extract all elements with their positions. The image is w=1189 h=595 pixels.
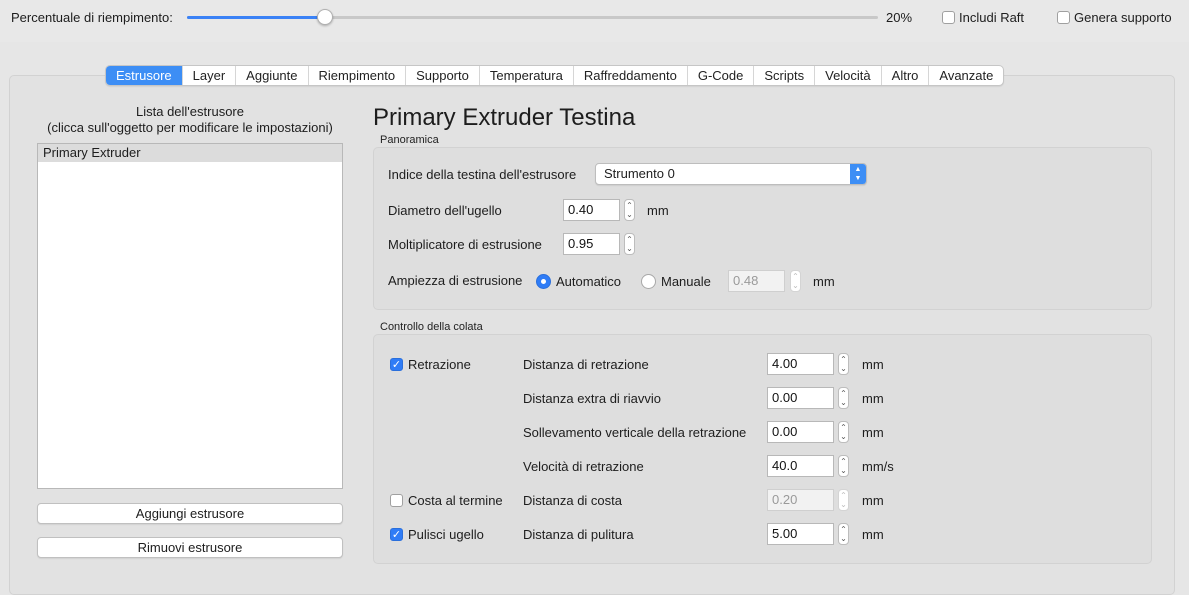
retraction-distance-stepper[interactable]: ⌃ ⌄	[838, 353, 849, 375]
retraction-speed-stepper[interactable]: ⌃ ⌄	[838, 455, 849, 477]
infill-slider-fill	[187, 16, 326, 19]
tab-avanzate[interactable]: Avanzate	[929, 66, 1003, 85]
wipe-nozzle-label: Pulisci ugello	[408, 527, 484, 542]
chevron-up-down-icon: ▲ ▼	[850, 164, 866, 184]
retraction-speed-label: Velocità di retrazione	[523, 459, 644, 474]
tab-temperatura[interactable]: Temperatura	[480, 66, 574, 85]
retraction-checkbox[interactable]	[390, 358, 403, 371]
tab-velocita[interactable]: Velocità	[815, 66, 882, 85]
wipe-distance-input[interactable]: 5.00	[767, 523, 834, 545]
remove-extruder-button[interactable]: Rimuovi estrusore	[37, 537, 343, 558]
nozzle-diameter-unit: mm	[647, 203, 669, 218]
wipe-distance-label: Distanza di pulitura	[523, 527, 634, 542]
nozzle-diameter-stepper[interactable]: ⌃ ⌄	[624, 199, 635, 221]
coast-at-end-label: Costa al termine	[408, 493, 503, 508]
add-extruder-button[interactable]: Aggiungi estrusore	[37, 503, 343, 524]
settings-tabs: Estrusore Layer Aggiunte Riempimento Sup…	[105, 65, 1005, 86]
nozzle-diameter-label: Diametro dell'ugello	[388, 203, 502, 218]
manual-width-label: Manuale	[661, 274, 711, 289]
tab-scripts[interactable]: Scripts	[754, 66, 816, 85]
retraction-vertical-lift-input[interactable]: 0.00	[767, 421, 834, 443]
extruder-list[interactable]: Primary Extruder	[37, 143, 343, 489]
include-raft-checkbox[interactable]	[942, 11, 955, 24]
retraction-distance-label: Distanza di retrazione	[523, 357, 649, 372]
head-index-select[interactable]: Strumento 0 ▲ ▼	[595, 163, 867, 185]
infill-percentage-label: Percentuale di riempimento:	[11, 10, 173, 25]
tab-g-code[interactable]: G-Code	[688, 66, 755, 85]
extrusion-multiplier-stepper[interactable]: ⌃ ⌄	[624, 233, 635, 255]
extruder-list-title: Lista dell'estrusore	[136, 104, 244, 119]
generate-support-label: Genera supporto	[1074, 10, 1172, 25]
extrusion-width-stepper[interactable]: ⌃ ⌄	[790, 270, 801, 292]
coast-distance-stepper[interactable]: ⌃ ⌄	[838, 489, 849, 511]
retraction-distance-input[interactable]: 4.00	[767, 353, 834, 375]
page-title: Primary Extruder Testina	[373, 104, 636, 131]
coast-distance-input[interactable]: 0.20	[767, 489, 834, 511]
extra-restart-distance-label: Distanza extra di riavvio	[523, 391, 661, 406]
head-index-label: Indice della testina dell'estrusore	[388, 167, 577, 182]
tab-layer[interactable]: Layer	[183, 66, 237, 85]
ooze-control-group-title: Controllo della colata	[380, 321, 483, 333]
top-bar: Percentuale di riempimento: 20% Includi …	[0, 0, 1189, 42]
wipe-nozzle-checkbox[interactable]	[390, 528, 403, 541]
infill-slider-knob[interactable]	[317, 9, 334, 25]
extrusion-width-input[interactable]: 0.48	[728, 270, 785, 292]
tab-supporto[interactable]: Supporto	[406, 66, 480, 85]
extruder-list-hint: (clicca sull'oggetto per modificare le i…	[47, 120, 333, 135]
infill-slider[interactable]	[187, 9, 878, 25]
head-index-value: Strumento 0	[604, 166, 675, 181]
ooze-control-group	[373, 334, 1152, 564]
coast-distance-label: Distanza di costa	[523, 493, 622, 508]
retraction-vertical-lift-unit: mm	[862, 425, 884, 440]
extra-restart-distance-stepper[interactable]: ⌃ ⌄	[838, 387, 849, 409]
auto-width-label: Automatico	[556, 274, 622, 289]
retraction-label: Retrazione	[408, 357, 471, 372]
list-item[interactable]: Primary Extruder	[38, 144, 342, 162]
tab-raffreddamento[interactable]: Raffreddamento	[574, 66, 688, 85]
manual-width-radio[interactable]	[641, 274, 656, 289]
overview-group-title: Panoramica	[380, 134, 439, 146]
retraction-speed-input[interactable]: 40.0	[767, 455, 834, 477]
extrusion-width-label: Ampiezza di estrusione	[388, 273, 523, 288]
tab-estrusore[interactable]: Estrusore	[106, 66, 183, 85]
nozzle-diameter-input[interactable]: 0.40	[563, 199, 620, 221]
tab-aggiunte[interactable]: Aggiunte	[236, 66, 309, 85]
tab-riempimento[interactable]: Riempimento	[309, 66, 407, 85]
infill-percentage-value: 20%	[886, 10, 913, 25]
extrusion-width-unit: mm	[813, 274, 835, 289]
extrusion-multiplier-label: Moltiplicatore di estrusione	[388, 237, 542, 252]
retraction-speed-unit: mm/s	[862, 459, 894, 474]
coast-distance-unit: mm	[862, 493, 884, 508]
extra-restart-distance-unit: mm	[862, 391, 884, 406]
wipe-distance-unit: mm	[862, 527, 884, 542]
retraction-distance-unit: mm	[862, 357, 884, 372]
auto-width-radio[interactable]	[536, 274, 551, 289]
include-raft-label: Includi Raft	[959, 10, 1025, 25]
wipe-distance-stepper[interactable]: ⌃ ⌄	[838, 523, 849, 545]
generate-support-checkbox[interactable]	[1057, 11, 1070, 24]
coast-at-end-checkbox[interactable]	[390, 494, 403, 507]
tab-altro[interactable]: Altro	[882, 66, 930, 85]
retraction-vertical-lift-label: Sollevamento verticale della retrazione	[523, 425, 747, 440]
extrusion-multiplier-input[interactable]: 0.95	[563, 233, 620, 255]
retraction-vertical-lift-stepper[interactable]: ⌃ ⌄	[838, 421, 849, 443]
extra-restart-distance-input[interactable]: 0.00	[767, 387, 834, 409]
